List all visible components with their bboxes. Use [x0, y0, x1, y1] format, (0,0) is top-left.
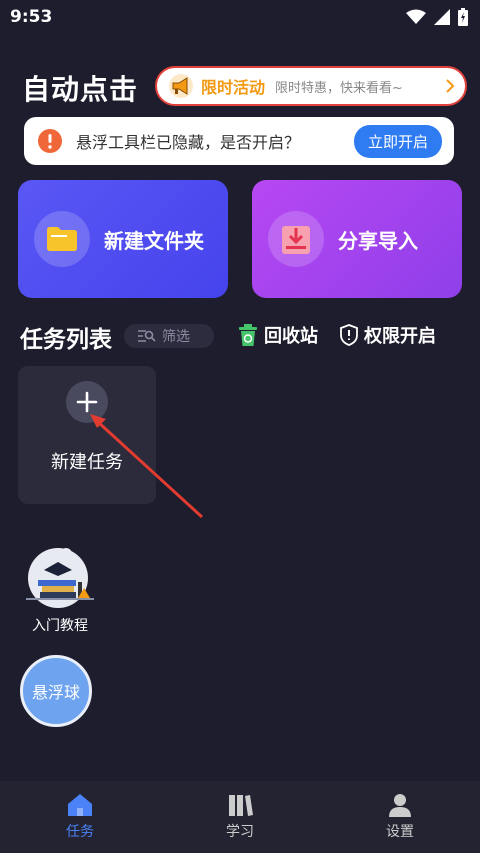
- books-icon: [229, 795, 253, 816]
- person-icon: [389, 794, 411, 817]
- add-task-button[interactable]: [66, 381, 108, 423]
- share-import-label: 分享导入: [338, 228, 418, 253]
- share-import-card[interactable]: 分享导入: [252, 180, 462, 298]
- permissions-button[interactable]: 权限开启: [340, 322, 436, 348]
- status-bar: 9:53: [0, 0, 480, 34]
- filter-icon: [138, 330, 156, 342]
- new-task-card[interactable]: 新建任务: [18, 366, 156, 504]
- tutorial-entry[interactable]: 入门教程: [18, 548, 102, 636]
- tab-learn-label: 学习: [226, 824, 254, 840]
- import-icon: [282, 226, 310, 254]
- tab-tasks-label: 任务: [66, 824, 94, 840]
- action-cards: 新建文件夹 分享导入: [18, 180, 462, 298]
- tab-settings[interactable]: 设置: [320, 781, 480, 853]
- warning-icon: [38, 129, 62, 153]
- new-folder-card[interactable]: 新建文件夹: [18, 180, 228, 298]
- tab-settings-label: 设置: [386, 824, 414, 840]
- toolbar-hidden-notice: 悬浮工具栏已隐藏，是否开启？ 立即开启: [24, 117, 454, 165]
- megaphone-icon: [169, 74, 193, 98]
- home-icon: [68, 794, 92, 816]
- plus-icon: [76, 391, 98, 413]
- new-task-label: 新建任务: [51, 452, 123, 473]
- battery-icon: [458, 8, 468, 26]
- shield-icon: [340, 324, 358, 346]
- folder-icon-wrap: [34, 211, 90, 267]
- app-title: 自动点击: [22, 73, 139, 106]
- signal-icon: [434, 9, 450, 25]
- recycle-bin-icon: [239, 324, 257, 346]
- filter-label: 筛选: [162, 329, 190, 345]
- tutorial-illustration-icon: [26, 548, 94, 608]
- permissions-label: 权限开启: [364, 326, 436, 347]
- promo-title: 限时活动: [201, 78, 266, 97]
- notice-text: 悬浮工具栏已隐藏，是否开启？: [76, 133, 301, 152]
- folder-icon: [47, 227, 77, 251]
- recycle-bin-button[interactable]: 回收站: [238, 322, 318, 348]
- promo-banner[interactable]: 限时活动 限时特惠，快来看看~: [155, 66, 467, 106]
- bottom-tab-bar: 任务 学习 设置: [0, 781, 480, 853]
- tab-learn[interactable]: 学习: [160, 781, 320, 853]
- chevron-right-icon: [446, 79, 455, 93]
- promo-subtitle: 限时特惠，快来看看~: [275, 80, 403, 96]
- task-list-header: 任务列表 筛选 回收站 权限开启: [20, 318, 460, 354]
- filter-button[interactable]: 筛选: [124, 324, 214, 348]
- status-icons: [406, 8, 468, 26]
- new-folder-label: 新建文件夹: [104, 228, 204, 253]
- recycle-bin-label: 回收站: [264, 326, 318, 347]
- enable-now-button[interactable]: 立即开启: [353, 124, 442, 158]
- status-time: 9:53: [10, 7, 53, 27]
- tab-tasks[interactable]: 任务: [0, 781, 160, 853]
- header: 自动点击 限时活动 限时特惠，快来看看~: [0, 66, 480, 110]
- import-icon-wrap: [268, 211, 324, 267]
- floating-ball-label: 悬浮球: [31, 683, 80, 702]
- task-list-title: 任务列表: [20, 327, 112, 353]
- tutorial-label: 入门教程: [32, 618, 88, 634]
- wifi-icon: [406, 9, 426, 24]
- floating-ball-button[interactable]: 悬浮球: [20, 655, 92, 727]
